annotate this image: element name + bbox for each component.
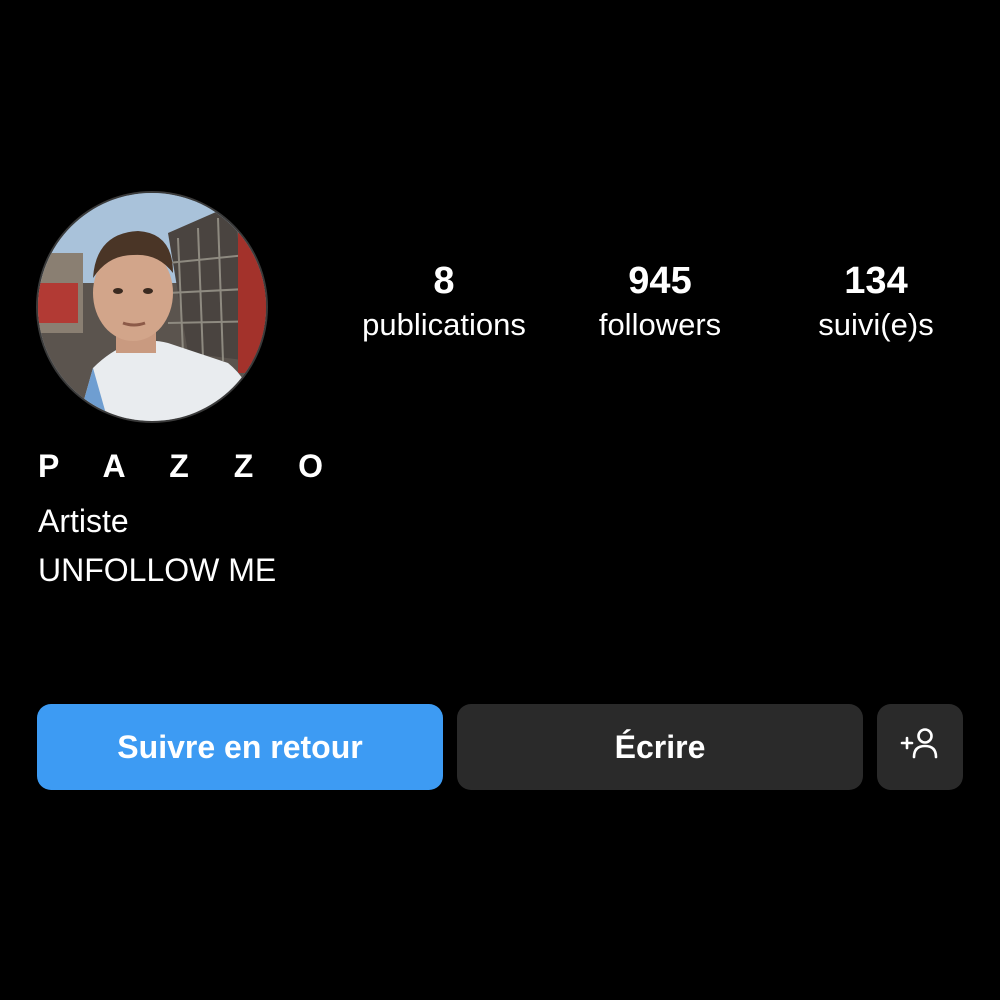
person-add-icon: [900, 726, 940, 768]
suggest-users-button[interactable]: [877, 704, 963, 790]
profile-avatar[interactable]: [36, 191, 268, 423]
profile-bio: UNFOLLOW ME: [38, 552, 277, 588]
following-count: 134: [844, 260, 908, 302]
followers-count: 945: [628, 260, 692, 302]
follow-back-button[interactable]: Suivre en retour: [37, 704, 443, 790]
message-label: Écrire: [614, 728, 706, 765]
stat-posts[interactable]: 8 publications: [344, 258, 544, 346]
posts-label: publications: [362, 307, 526, 342]
stat-following[interactable]: 134 suivi(e)s: [776, 258, 976, 346]
following-label: suivi(e)s: [818, 307, 934, 342]
followers-label: followers: [598, 307, 722, 342]
follow-back-label: Suivre en retour: [117, 728, 363, 765]
profile-display-name: P A Z Z O: [38, 448, 342, 484]
message-button[interactable]: Écrire: [457, 704, 863, 790]
avatar-photo: [38, 193, 266, 421]
profile-category: Artiste: [38, 503, 129, 539]
posts-count: 8: [433, 260, 455, 302]
stat-followers[interactable]: 945 followers: [560, 258, 760, 346]
avatar-image: [38, 193, 266, 421]
